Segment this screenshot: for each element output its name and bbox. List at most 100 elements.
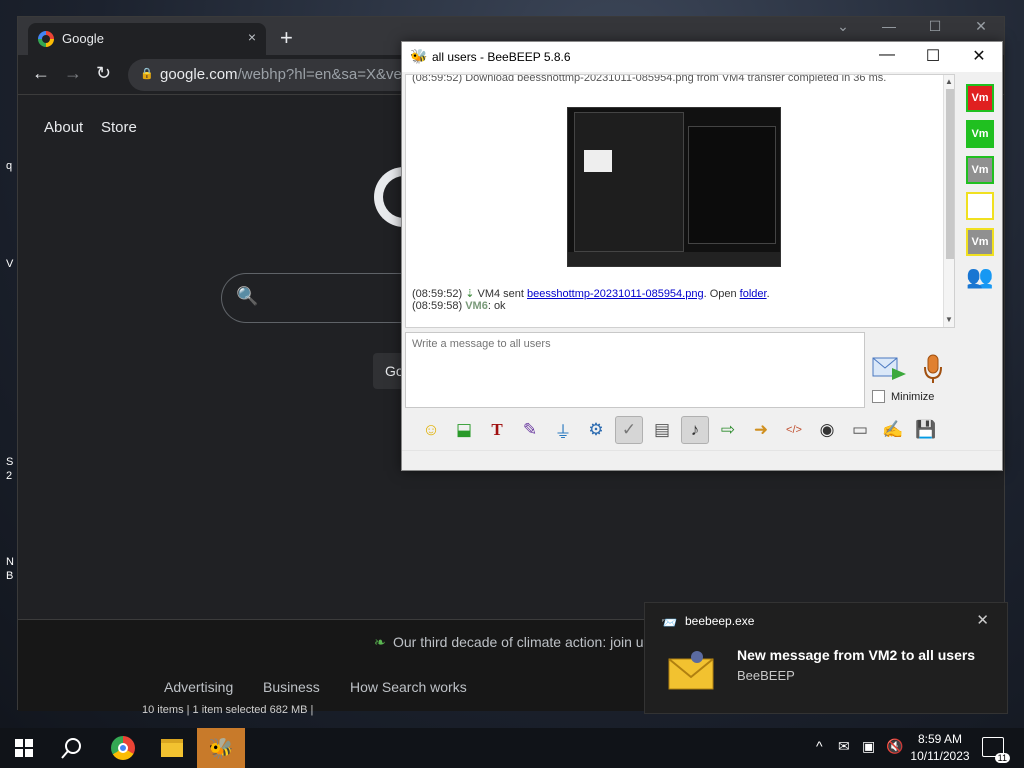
spellcheck-icon[interactable]: ✓ — [615, 416, 643, 444]
system-clock[interactable]: 8:59 AM 10/11/2023 — [908, 731, 972, 765]
beebeep-tray-icon[interactable]: ✉ — [838, 738, 850, 755]
chat-history[interactable]: (08:59:52) Download beesshottmp-20231011… — [405, 74, 955, 328]
notes-icon[interactable]: ✍ — [879, 416, 907, 444]
minimize-label: Minimize — [891, 390, 935, 403]
tab-close-icon[interactable]: × — [248, 29, 256, 45]
store-link[interactable]: Store — [101, 119, 137, 136]
beebeep-envelope-icon — [668, 651, 714, 690]
thumbnail-window-left — [574, 112, 684, 252]
clear-history-icon[interactable]: ▭ — [846, 416, 874, 444]
advertising-link[interactable]: Advertising — [164, 679, 233, 695]
user-avatar[interactable]: Vm — [966, 156, 994, 184]
dictionary-icon[interactable]: ▤ — [648, 416, 676, 444]
chat-scrollbar[interactable]: ▲ ▼ — [943, 75, 954, 327]
screenshot-camera-icon[interactable]: ◉ — [813, 416, 841, 444]
notification-title: New message from VM2 to all users — [737, 647, 976, 663]
save-chat-icon[interactable]: 💾 — [912, 416, 940, 444]
user-list: Vm Vm Vm Vm 👥 — [962, 84, 998, 290]
message-text: : ok — [487, 300, 506, 312]
reload-icon[interactable]: ↻ — [96, 63, 111, 84]
about-link[interactable]: About — [44, 119, 83, 136]
search-button[interactable] — [48, 728, 96, 768]
message-end: . — [766, 288, 770, 300]
notification-close-icon[interactable]: ✕ — [976, 611, 989, 629]
filter-icon[interactable]: ⏚ — [549, 416, 577, 444]
network-icon[interactable]: ▣ — [862, 738, 875, 755]
send-file-icon[interactable]: ⇨ — [714, 416, 742, 444]
html-code-icon[interactable]: </> — [780, 416, 808, 444]
group-users-icon[interactable]: 👥 — [966, 264, 998, 290]
chrome-taskbar-button[interactable] — [99, 728, 147, 768]
minimize-checkbox-box[interactable] — [872, 390, 885, 403]
tab-title: Google — [62, 31, 104, 46]
beebeep-taskbar-button[interactable]: 🐝 — [197, 728, 245, 768]
notification-toast[interactable]: 📨 beebeep.exe ✕ New message from VM2 to … — [644, 602, 1008, 714]
beebeep-app-icon: 🐝 — [410, 48, 428, 64]
minimize-checkbox[interactable]: Minimize — [872, 390, 934, 403]
clock-time: 8:59 AM — [917, 732, 963, 746]
action-center-button[interactable]: 11 — [982, 737, 1010, 763]
notification-subtitle: BeeBEEP — [737, 668, 795, 683]
explorer-status-bar: 10 items | 1 item selected 682 MB | — [142, 704, 314, 716]
show-hidden-icons-chevron-icon[interactable]: ^ — [816, 738, 823, 754]
message-sender: VM4 sent — [477, 288, 528, 300]
microphone-icon[interactable] — [922, 354, 944, 384]
folder-link[interactable]: folder — [740, 288, 767, 300]
url-host: google.com — [160, 66, 238, 83]
scrollbar-thumb[interactable] — [946, 89, 954, 259]
music-note-icon[interactable]: ♪ — [681, 416, 709, 444]
send-message-icon[interactable] — [872, 354, 908, 382]
beebeep-icon: 🐝 — [208, 737, 234, 760]
user-avatar[interactable]: Vm — [966, 120, 994, 148]
volume-muted-icon[interactable]: 🔇 — [886, 738, 903, 755]
folder-icon — [161, 739, 183, 757]
climate-link[interactable]: Our third decade of climate action: join… — [393, 634, 644, 650]
leaf-icon: ❧ — [374, 634, 386, 650]
window-title: all users - BeeBEEP 5.8.6 — [432, 50, 571, 64]
notification-app-name: beebeep.exe — [685, 614, 755, 628]
taskbar: 🐝 ^ ✉ ▣ 🔇 8:59 AM 10/11/2023 11 — [0, 728, 1024, 768]
message-input[interactable] — [406, 333, 864, 407]
font-icon[interactable]: T — [483, 416, 511, 444]
settings-gear-icon[interactable]: ⚙ — [582, 416, 610, 444]
search-icon: 🔍 — [236, 286, 259, 306]
tab-google[interactable]: Google × — [28, 23, 266, 55]
back-arrow-icon[interactable]: ← — [32, 63, 50, 84]
notification-count-badge: 11 — [994, 753, 1010, 763]
scroll-up-icon[interactable]: ▲ — [945, 77, 953, 86]
google-favicon-icon — [38, 31, 54, 47]
file-sent-icon: ⇣ — [465, 288, 475, 300]
user-avatar[interactable] — [966, 192, 994, 220]
partial-message: (08:59:52) Download beesshottmp-20231011… — [412, 74, 887, 84]
message-input-box[interactable] — [405, 332, 865, 408]
file-link[interactable]: beesshottmp-20231011-085954.png — [527, 288, 704, 300]
windows-logo-icon — [15, 739, 33, 757]
scroll-down-icon[interactable]: ▼ — [945, 315, 953, 324]
lock-icon[interactable]: 🔒 — [140, 67, 154, 80]
chat-message: (08:59:52) ⇣ VM4 sent beesshottmp-202310… — [412, 287, 770, 300]
maximize-button[interactable]: ☐ — [910, 46, 956, 66]
forward-arrow-icon[interactable]: → — [64, 63, 82, 84]
address-url[interactable]: google.com/webhp?hl=en&sa=X&ved= — [160, 66, 425, 83]
color-palette-icon[interactable]: ✎ — [516, 416, 544, 444]
message-user: VM6 — [465, 300, 488, 312]
user-avatar[interactable]: Vm — [966, 228, 994, 256]
user-avatar[interactable]: Vm — [966, 84, 994, 112]
inbox-icon[interactable]: ⬓ — [450, 416, 478, 444]
address-bar[interactable]: 🔒 google.com/webhp?hl=en&sa=X&ved= — [128, 59, 428, 91]
start-button[interactable] — [0, 728, 48, 768]
close-button[interactable]: ✕ — [956, 46, 1002, 66]
business-link[interactable]: Business — [263, 679, 320, 695]
send-folder-icon[interactable]: ➜ — [747, 416, 775, 444]
screenshot-thumbnail[interactable] — [567, 107, 781, 267]
message-time: (08:59:58) — [412, 300, 466, 312]
how-search-works-link[interactable]: How Search works — [350, 679, 467, 695]
url-path: /webhp?hl=en&sa=X&ved= — [237, 66, 419, 83]
search-icon — [61, 738, 81, 759]
new-tab-button[interactable]: + — [280, 25, 293, 51]
file-explorer-taskbar-button[interactable] — [148, 728, 196, 768]
beebeep-status-bar — [402, 450, 1002, 470]
message-time: (08:59:52) — [412, 288, 463, 300]
minimize-button[interactable]: — — [864, 46, 910, 64]
emoticon-icon[interactable]: ☺ — [417, 416, 445, 444]
